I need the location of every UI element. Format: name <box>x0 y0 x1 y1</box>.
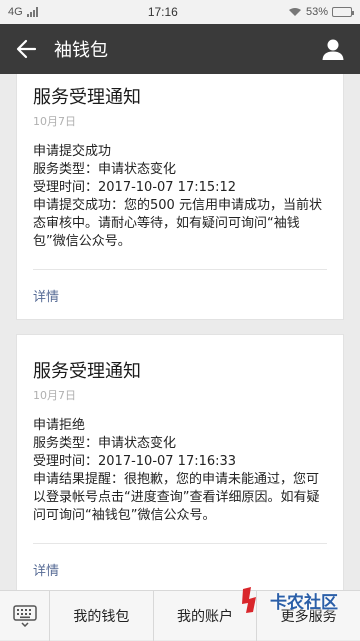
details-link[interactable]: 详情 <box>33 270 327 319</box>
card-body: 申请提交成功 服务类型：申请状态变化 受理时间：2017-10-07 17:15… <box>33 143 327 251</box>
wifi-icon <box>288 7 302 17</box>
card-line: 申请提交成功 <box>33 143 327 161</box>
notification-card: 服务受理通知 10月7日 申请提交成功 服务类型：申请状态变化 受理时间：201… <box>16 74 344 320</box>
back-arrow-icon[interactable] <box>12 35 40 63</box>
bottom-menu-bar: 我的钱包 我的账户 更多服务 <box>0 590 360 640</box>
message-feed[interactable]: 服务受理通知 10月7日 申请提交成功 服务类型：申请状态变化 受理时间：201… <box>0 74 360 590</box>
status-right: 53% <box>288 6 352 18</box>
card-title: 服务受理通知 <box>33 85 327 111</box>
card-line: 申请提交成功：您的500 元信用申请成功，当前状态审核中。请耐心等待，如有疑问可… <box>33 197 327 251</box>
app-bar: 袖钱包 <box>0 24 360 74</box>
battery-percent: 53% <box>306 6 328 18</box>
card-line: 申请结果提醒：很抱歉，您的申请未能通过，您可以登录帐号点击“进度查询”查看详细原… <box>33 471 327 525</box>
keyboard-icon[interactable] <box>0 591 50 641</box>
menu-my-account[interactable]: 我的账户 <box>154 591 258 641</box>
network-label: 4G <box>8 6 23 18</box>
card-line: 服务类型：申请状态变化 <box>33 435 327 453</box>
card-line: 受理时间：2017-10-07 17:16:33 <box>33 453 327 471</box>
status-left: 4G <box>8 6 38 18</box>
signal-icon <box>27 7 38 17</box>
page-title: 袖钱包 <box>54 36 318 62</box>
menu-more-services[interactable]: 更多服务 <box>257 591 360 641</box>
status-time: 17:16 <box>148 5 178 19</box>
card-date: 10月7日 <box>33 389 327 403</box>
battery-icon <box>332 7 352 17</box>
card-body: 申请拒绝 服务类型：申请状态变化 受理时间：2017-10-07 17:16:3… <box>33 417 327 525</box>
status-bar: 4G 17:16 53% <box>0 0 360 24</box>
card-title: 服务受理通知 <box>33 359 327 385</box>
menu-my-wallet[interactable]: 我的钱包 <box>50 591 154 641</box>
user-profile-icon[interactable] <box>318 34 348 64</box>
details-link[interactable]: 详情 <box>33 544 327 590</box>
notification-card: 服务受理通知 10月7日 申请拒绝 服务类型：申请状态变化 受理时间：2017-… <box>16 334 344 590</box>
card-line: 服务类型：申请状态变化 <box>33 161 327 179</box>
card-line: 申请拒绝 <box>33 417 327 435</box>
card-date: 10月7日 <box>33 115 327 129</box>
card-line: 受理时间：2017-10-07 17:15:12 <box>33 179 327 197</box>
